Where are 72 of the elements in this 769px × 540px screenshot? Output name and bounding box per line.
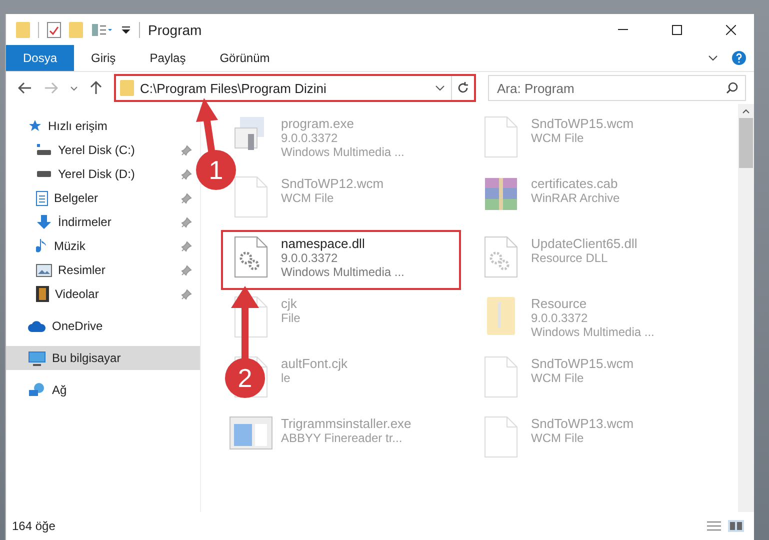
properties-icon[interactable] (91, 22, 113, 36)
file-detail: WCM File (531, 131, 585, 145)
help-icon[interactable] (732, 51, 746, 65)
ribbon-tab[interactable]: Paylaş (132, 45, 203, 71)
file-detail: WCM File (281, 191, 335, 205)
file-detail: le (281, 371, 292, 385)
down-arrow-icon (36, 214, 52, 230)
scroll-up-icon[interactable] (742, 108, 750, 114)
drive-icon (36, 170, 52, 178)
refresh-icon (457, 82, 469, 94)
file-detail: 9.0.0.3372 (531, 311, 589, 325)
star-icon (28, 119, 42, 133)
computer-icon (28, 350, 46, 366)
item-count: 164 öğe (12, 519, 56, 533)
picture-icon (36, 264, 52, 276)
document-icon (36, 190, 48, 206)
checklist-icon[interactable] (47, 22, 61, 38)
tiles-view-icon[interactable] (728, 520, 744, 532)
gear-document-icon (234, 236, 268, 278)
file-detail: Resource DLL (531, 251, 609, 265)
file-detail: WCM File (531, 431, 585, 445)
folder-icon (120, 80, 134, 96)
archive-books-icon (484, 176, 518, 212)
maximize-icon (672, 24, 682, 34)
file-detail: 9.0.0.3372 (281, 251, 339, 265)
expand-ribbon-icon[interactable] (708, 55, 718, 61)
document-icon (484, 356, 518, 398)
file-detail: WCM File (531, 371, 585, 385)
customize-caret-icon[interactable] (121, 24, 131, 34)
file-tile[interactable]: namespace.dll 9.0.0.3372 Windows Multimedia ... (221, 230, 461, 290)
document-icon (234, 176, 268, 218)
file-detail: 9.0.0.3372 (281, 131, 339, 145)
file-detail: Windows Multimedia ... (281, 265, 404, 279)
file-detail: ABBYY Finereader tr... (281, 431, 404, 445)
close-icon (726, 24, 736, 34)
file-name[interactable]: namespace.dll (281, 236, 404, 251)
scroll-thumb[interactable] (739, 118, 753, 168)
cloud-icon (28, 320, 46, 332)
sidebar-item[interactable]: Bu bilgisayar (6, 346, 200, 370)
installer-window-icon (229, 416, 273, 450)
dropdown-caret-icon[interactable] (435, 85, 445, 91)
sidebar-item[interactable]: İndirmeler (6, 210, 200, 234)
network-icon (28, 382, 46, 398)
music-note-icon (36, 238, 48, 254)
back-arrow-icon[interactable] (18, 82, 32, 94)
file-detail: Windows Multimedia ... (281, 145, 404, 159)
up-arrow-icon[interactable] (90, 81, 102, 95)
film-icon (36, 286, 49, 302)
zip-folder-icon (486, 296, 516, 336)
minimize-icon (618, 28, 628, 30)
document-icon (484, 416, 518, 458)
sidebar-item[interactable]: Resimler (6, 258, 200, 282)
file-detail: Windows Multimedia ... (531, 325, 654, 339)
search-icon (726, 82, 738, 94)
gear-document-icon (484, 236, 518, 278)
sidebar-item[interactable]: OneDrive (6, 314, 200, 338)
file-detail: WinRAR Archive (531, 191, 620, 205)
drive-icon (36, 144, 52, 156)
ribbon-tab[interactable]: Giriş (74, 45, 133, 71)
sidebar-item[interactable]: Hızlı erişim (6, 114, 200, 138)
search-field[interactable]: Ara: Program (488, 75, 746, 101)
ribbon-tab[interactable]: Dosya (6, 45, 74, 71)
sidebar-item[interactable]: Müzik (6, 234, 200, 258)
details-view-icon[interactable] (706, 520, 722, 532)
ribbon-tab[interactable]: Görünüm (202, 45, 287, 71)
recent-caret-icon[interactable] (70, 86, 78, 90)
address-bar[interactable]: C:\Program Files\Program Dizini (114, 74, 476, 102)
window-title: Program (148, 22, 203, 38)
file-detail: File (281, 311, 300, 325)
document-icon (484, 116, 518, 158)
sidebar-item[interactable]: Videolar (6, 282, 200, 306)
sidebar-item[interactable]: Ağ (6, 378, 200, 402)
